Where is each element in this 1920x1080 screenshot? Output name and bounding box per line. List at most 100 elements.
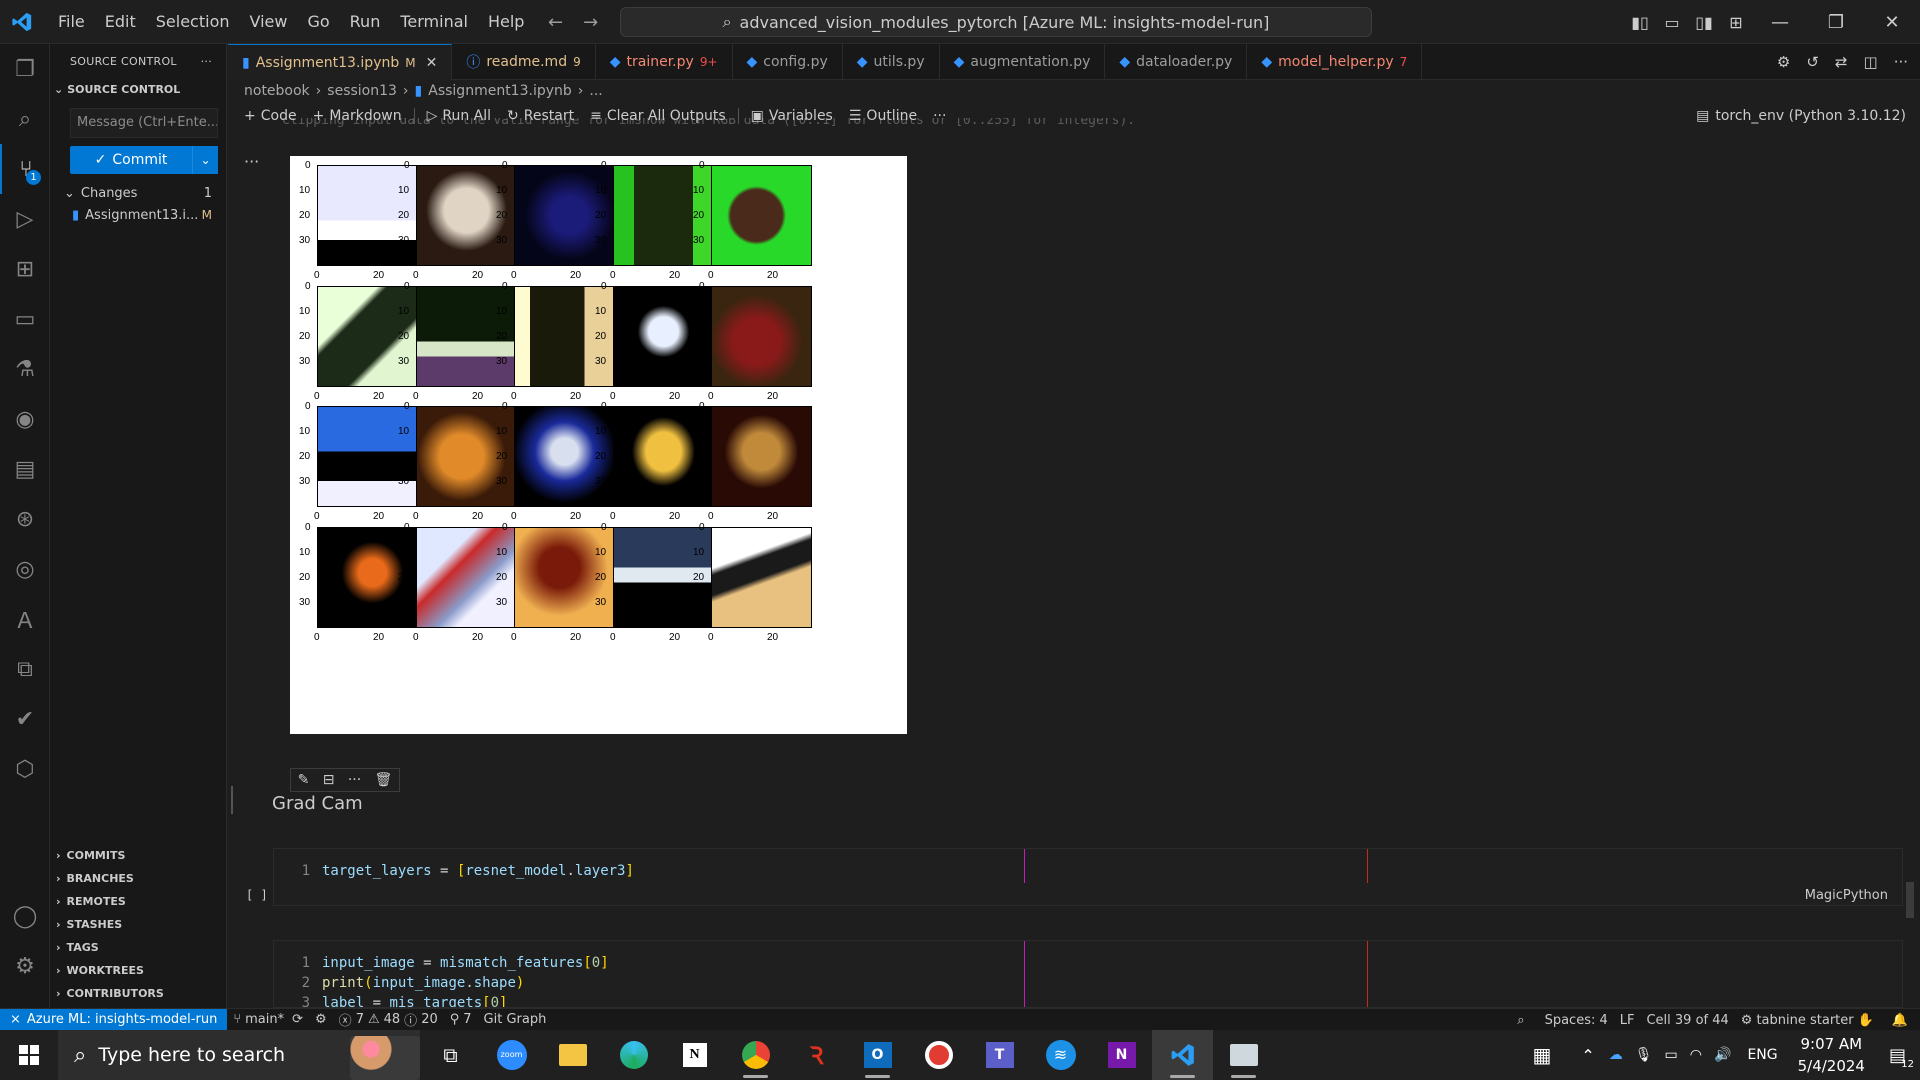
- zoom-app-icon[interactable]: zoom: [481, 1030, 542, 1080]
- command-center[interactable]: ⌕ advanced_vision_modules_pytorch [Azure…: [620, 7, 1372, 37]
- section-tags[interactable]: › TAGS: [50, 936, 227, 959]
- remote-indicator[interactable]: ⨯ Azure ML: insights-model-run: [0, 1008, 228, 1031]
- section-worktrees[interactable]: › WORKTREES: [50, 959, 227, 982]
- close-icon[interactable]: ✕: [1864, 0, 1920, 44]
- section-stashes[interactable]: › STASHES: [50, 913, 227, 936]
- more-actions-icon[interactable]: ···: [201, 55, 212, 68]
- breadcrumb-item[interactable]: ...: [589, 83, 602, 99]
- tabnine-indicator[interactable]: ⚙ tabnine starter ✋: [1735, 1013, 1880, 1028]
- zoom-icon[interactable]: ⌕: [1503, 1013, 1538, 1028]
- tab-utils[interactable]: ◆ utils.py: [843, 44, 940, 80]
- azure-icon[interactable]: Ａ: [0, 594, 50, 644]
- restart-button[interactable]: ↻ Restart: [499, 108, 582, 124]
- tab-dataloader[interactable]: ◆ dataloader.py: [1105, 44, 1248, 80]
- git-graph-icon[interactable]: ⊛: [0, 494, 50, 544]
- github-icon[interactable]: ◉: [0, 394, 50, 444]
- tab-readme[interactable]: ⓘ readme.md 9: [452, 44, 596, 80]
- markdown-cell-text[interactable]: Grad Cam: [272, 793, 363, 814]
- news-widget-icon[interactable]: ▦: [1510, 1043, 1573, 1067]
- git-graph-button[interactable]: Git Graph: [478, 1012, 553, 1027]
- scrollbar-thumb[interactable]: [1906, 882, 1914, 918]
- notion-icon[interactable]: N: [664, 1030, 725, 1080]
- windows-start-icon[interactable]: [0, 1030, 58, 1080]
- delete-trash-icon[interactable]: 🗑: [375, 772, 393, 788]
- back-arrow-icon[interactable]: ←: [548, 12, 563, 33]
- section-contributors[interactable]: › CONTRIBUTORS: [50, 982, 227, 1005]
- menu-help[interactable]: Help: [478, 0, 534, 44]
- tab-model-helper[interactable]: ◆ model_helper.py 7: [1247, 44, 1423, 80]
- acrobat-icon[interactable]: Ꝛ: [786, 1030, 847, 1080]
- history-icon[interactable]: ↺: [1806, 53, 1819, 71]
- commit-dropdown-button[interactable]: ⌄: [192, 146, 218, 174]
- cube-icon[interactable]: ⬡: [0, 744, 50, 794]
- wifi-icon[interactable]: ◠: [1684, 1047, 1708, 1063]
- output-more-icon[interactable]: ···: [244, 152, 259, 171]
- run-all-button[interactable]: ▷ Run All: [419, 108, 499, 124]
- minimize-icon[interactable]: —: [1752, 0, 1808, 44]
- git-icon[interactable]: ⚙: [309, 1012, 333, 1027]
- menu-view[interactable]: View: [240, 0, 298, 44]
- explorer-icon[interactable]: ❐: [0, 44, 50, 94]
- notifications-bell-icon[interactable]: 🔔: [1880, 1013, 1920, 1028]
- tab-augmentation[interactable]: ◆ augmentation.py: [940, 44, 1106, 80]
- more-actions-icon[interactable]: ···: [348, 772, 361, 788]
- variables-button[interactable]: ▣ Variables: [743, 108, 841, 124]
- changes-group[interactable]: ⌄ Changes 1: [50, 182, 226, 204]
- menu-file[interactable]: File: [48, 0, 95, 44]
- clear-outputs-button[interactable]: ≡ Clear All Outputs: [582, 108, 734, 124]
- more-actions-icon[interactable]: ···: [1894, 53, 1908, 71]
- breadcrumb-item[interactable]: Assignment13.ipynb: [428, 83, 572, 99]
- task-view-icon[interactable]: ⧉: [420, 1030, 481, 1080]
- code-cell[interactable]: 1 input_image = mismatch_features[0] 2 p…: [273, 940, 1903, 1008]
- volume-icon[interactable]: 🔊: [1708, 1047, 1737, 1063]
- extensions-tree-icon[interactable]: ⧉: [0, 644, 50, 694]
- notification-center-icon[interactable]: ▤ 12: [1875, 1045, 1920, 1070]
- menu-terminal[interactable]: Terminal: [390, 0, 478, 44]
- toggle-secondary-sidebar-icon[interactable]: ▯▮: [1688, 0, 1720, 44]
- timeline-icon[interactable]: ◎: [0, 544, 50, 594]
- vscode-taskbar-icon[interactable]: [1152, 1030, 1213, 1080]
- section-branches[interactable]: › BRANCHES: [50, 867, 227, 890]
- account-icon[interactable]: ◯: [0, 891, 50, 941]
- outline-button[interactable]: ☰ Outline: [841, 108, 925, 124]
- cell-language-label[interactable]: MagicPython: [1805, 888, 1888, 903]
- tab-config[interactable]: ◆ config.py: [733, 44, 843, 80]
- microphone-icon[interactable]: 🎙: [1629, 1047, 1659, 1063]
- indentation-indicator[interactable]: Spaces: 4: [1539, 1013, 1614, 1028]
- remote-desktop-icon[interactable]: [1213, 1030, 1274, 1080]
- taskbar-search-box[interactable]: ⌕ Type here to search: [58, 1030, 420, 1080]
- menu-go[interactable]: Go: [297, 0, 339, 44]
- tab-trainer[interactable]: ◆ trainer.py 9+: [596, 44, 733, 80]
- gear-icon[interactable]: ⚙: [0, 941, 50, 991]
- customize-layout-icon[interactable]: ⊞: [1720, 0, 1752, 44]
- menu-edit[interactable]: Edit: [95, 0, 146, 44]
- check-icon[interactable]: ✔: [0, 694, 50, 744]
- docker-icon[interactable]: ≋: [1030, 1030, 1091, 1080]
- file-explorer-icon[interactable]: [542, 1030, 603, 1080]
- more-toolbar-button[interactable]: ···: [925, 108, 954, 124]
- code-cell[interactable]: 1 target_layers = [resnet_model. layer3] …: [273, 848, 1903, 906]
- onedrive-icon[interactable]: ☁: [1603, 1047, 1629, 1063]
- menu-selection[interactable]: Selection: [146, 0, 240, 44]
- compare-changes-icon[interactable]: ⇄: [1835, 53, 1848, 71]
- menu-run[interactable]: Run: [340, 0, 391, 44]
- edit-pencil-icon[interactable]: ✎: [298, 772, 310, 788]
- close-icon[interactable]: ✕: [426, 55, 438, 71]
- battery-icon[interactable]: ▭: [1659, 1047, 1684, 1063]
- forward-arrow-icon[interactable]: →: [583, 12, 598, 33]
- split-editor-icon[interactable]: ◫: [1864, 53, 1878, 71]
- toggle-primary-sidebar-icon[interactable]: ▮▯: [1624, 0, 1656, 44]
- clock[interactable]: 9:07 AM 5/4/2024: [1788, 1033, 1875, 1077]
- branch-indicator[interactable]: ⑂ main* ⟳: [227, 1012, 309, 1027]
- commit-button[interactable]: ✓ Commit: [70, 146, 192, 174]
- problems-indicator[interactable]: ⓧ 7 ⚠ 48 ⓘ 20: [333, 1010, 444, 1029]
- add-code-button[interactable]: + Code: [236, 108, 305, 124]
- testing-icon[interactable]: ⚗: [0, 344, 50, 394]
- restore-icon[interactable]: ❐: [1808, 0, 1864, 44]
- commit-message-input[interactable]: Message (Ctrl+Ente...: [70, 108, 218, 138]
- breadcrumb-item[interactable]: session13: [327, 83, 397, 99]
- section-remotes[interactable]: › REMOTES: [50, 890, 227, 913]
- section-commits[interactable]: › COMMITS: [50, 844, 227, 867]
- toggle-panel-icon[interactable]: ▭: [1656, 0, 1688, 44]
- chevron-up-icon[interactable]: ⌃: [1573, 1046, 1602, 1065]
